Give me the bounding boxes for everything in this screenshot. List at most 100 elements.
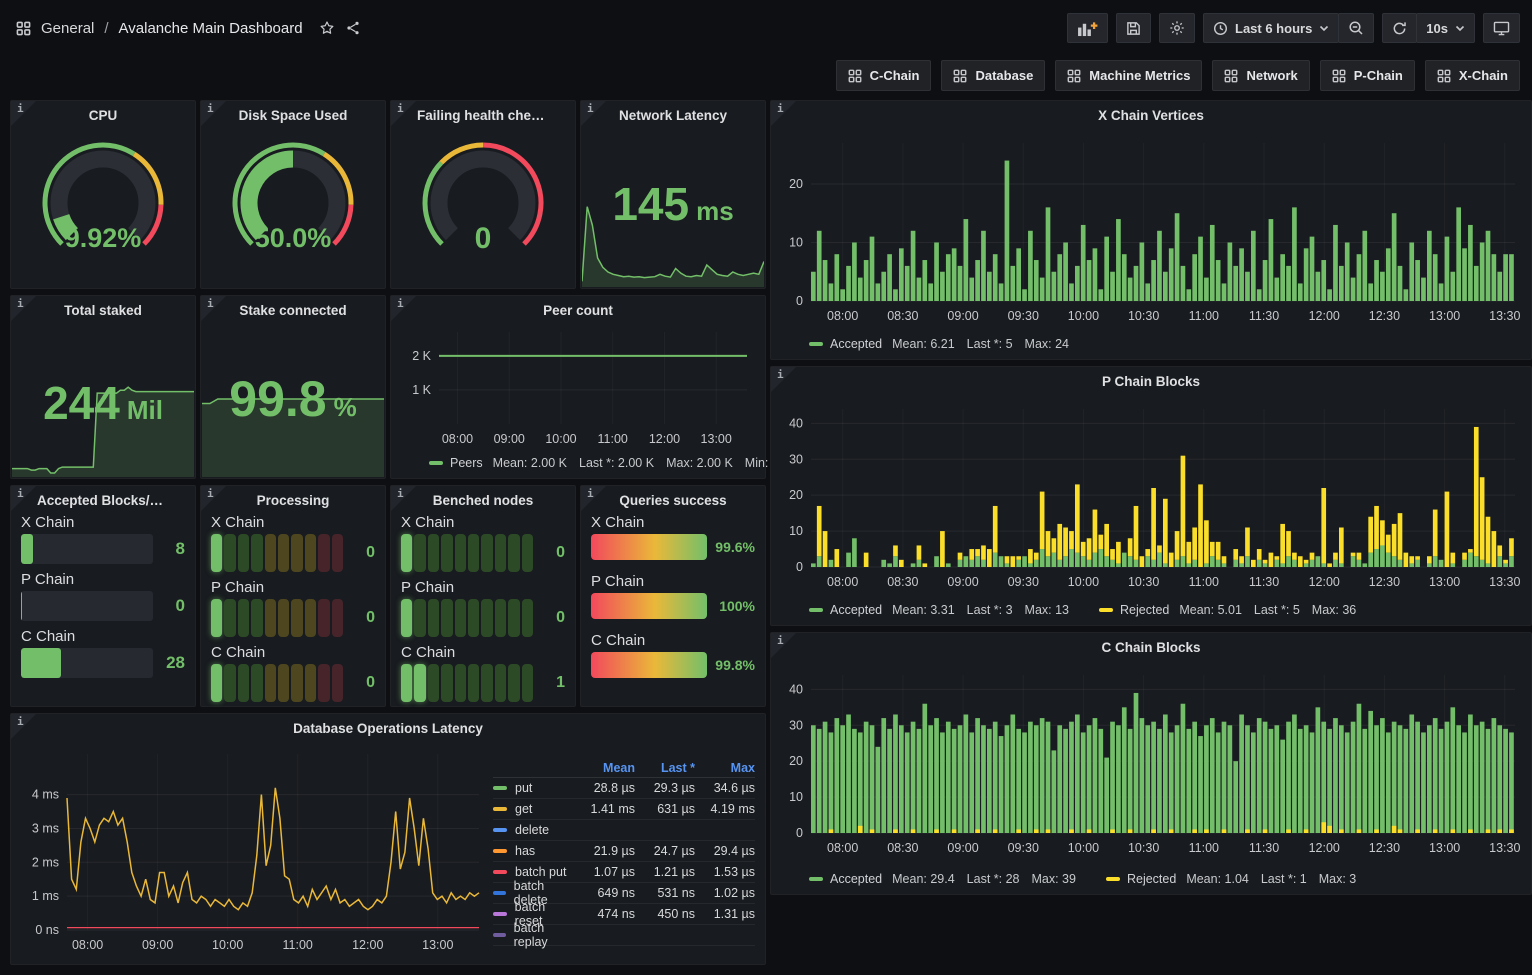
svg-text:13:30: 13:30 bbox=[1489, 841, 1520, 855]
series-toggle-put[interactable]: put bbox=[493, 781, 575, 795]
svg-text:08:30: 08:30 bbox=[887, 575, 918, 589]
dashboard-link-machine-metrics[interactable]: Machine Metrics bbox=[1055, 60, 1202, 91]
grid-icon bbox=[1332, 69, 1346, 83]
series-toggle-batch-put[interactable]: batch put bbox=[493, 865, 575, 879]
monitor-icon bbox=[1493, 21, 1510, 36]
svg-text:10:00: 10:00 bbox=[212, 938, 243, 952]
dashboard-title[interactable]: Avalanche Main Dashboard bbox=[119, 20, 303, 37]
panel-info-icon[interactable]: i bbox=[391, 101, 416, 126]
bar-gauge bbox=[21, 534, 153, 564]
svg-text:08:30: 08:30 bbox=[887, 309, 918, 323]
panel-info-icon[interactable]: i bbox=[11, 296, 36, 321]
dashboard-link-c-chain[interactable]: C-Chain bbox=[836, 60, 932, 91]
series-toggle-get[interactable]: get bbox=[493, 802, 575, 816]
svg-text:12:00: 12:00 bbox=[1309, 575, 1340, 589]
panel-network-latency: i Network Latency 145ms bbox=[580, 100, 766, 289]
panel-title[interactable]: Accepted Blocks/Ve... bbox=[37, 493, 169, 508]
series-toggle-batch-replay[interactable]: batch replay bbox=[493, 921, 575, 949]
db-latency-chart: 4 ms3 ms2 ms1 ms0 ns08:0009:0010:0011:00… bbox=[15, 722, 489, 965]
table-header[interactable]: Last * bbox=[635, 761, 695, 775]
legend-item-rejected[interactable]: RejectedMean: 5.01Last *: 5Max: 36 bbox=[1099, 603, 1368, 617]
apps-grid-icon[interactable] bbox=[16, 21, 31, 36]
legend-item-peers[interactable]: PeersMean: 2.00 KLast *: 2.00 KMax: 2.00… bbox=[429, 456, 801, 470]
panel-title[interactable]: Peer count bbox=[417, 303, 739, 318]
panel-info-icon[interactable]: i bbox=[391, 296, 416, 321]
accepted-blocks-rows: X Chain8P Chain0C Chain28 bbox=[21, 514, 185, 685]
table-header[interactable]: Mean bbox=[575, 761, 635, 775]
cpu-gauge-value: 9.92% bbox=[11, 223, 195, 254]
db-latency-legend-table: MeanLast *Max put28.8 µs29.3 µs34.6 µs get… bbox=[493, 758, 755, 946]
gradient-gauge bbox=[591, 652, 707, 678]
breadcrumb-folder[interactable]: General bbox=[41, 20, 94, 37]
time-range-label: Last 6 hours bbox=[1235, 21, 1312, 36]
svg-text:2 ms: 2 ms bbox=[32, 855, 59, 869]
panel-info-icon[interactable]: i bbox=[201, 296, 226, 321]
panel-title[interactable]: Queries success bbox=[607, 493, 739, 508]
save-dashboard-button[interactable] bbox=[1116, 13, 1151, 43]
panel-title[interactable]: P Chain Blocks bbox=[797, 374, 1505, 389]
bar-gauge-label: C Chain bbox=[591, 632, 755, 649]
time-range-picker[interactable]: Last 6 hours bbox=[1203, 13, 1339, 43]
zoom-out-time-button[interactable] bbox=[1338, 13, 1374, 43]
add-panel-button[interactable] bbox=[1067, 13, 1108, 43]
panel-info-icon[interactable]: i bbox=[11, 486, 36, 511]
table-header[interactable]: Max bbox=[695, 761, 755, 775]
panel-title[interactable]: Stake connected bbox=[227, 303, 359, 318]
star-icon[interactable] bbox=[319, 20, 335, 36]
panel-info-icon[interactable]: i bbox=[771, 367, 796, 392]
panel-title[interactable]: Database Operations Latency bbox=[37, 721, 739, 736]
panel-title[interactable]: Network Latency bbox=[607, 108, 739, 123]
panel-info-icon[interactable]: i bbox=[771, 633, 796, 658]
gear-icon bbox=[1169, 20, 1185, 36]
svg-text:08:00: 08:00 bbox=[827, 309, 858, 323]
legend-item-accepted[interactable]: AcceptedMean: 6.21Last *: 5Max: 24 bbox=[809, 337, 1081, 351]
svg-text:08:00: 08:00 bbox=[827, 841, 858, 855]
dashboard-link-database[interactable]: Database bbox=[941, 60, 1045, 91]
breadcrumb-separator: / bbox=[104, 20, 108, 37]
dashboard-link-network[interactable]: Network bbox=[1212, 60, 1309, 91]
svg-text:10: 10 bbox=[789, 790, 803, 804]
table-row: put28.8 µs29.3 µs34.6 µs bbox=[493, 778, 755, 799]
panel-title[interactable]: C Chain Blocks bbox=[797, 640, 1505, 655]
panel-title[interactable]: Total staked bbox=[37, 303, 169, 318]
panel-info-icon[interactable]: i bbox=[391, 486, 416, 511]
panel-processing: i Processing X Chain0P Chain0C Chain0 bbox=[200, 485, 386, 707]
svg-text:10:00: 10:00 bbox=[1068, 841, 1099, 855]
network-latency-value: 145ms bbox=[581, 177, 765, 231]
dashboard-settings-button[interactable] bbox=[1159, 13, 1195, 43]
panel-info-icon[interactable]: i bbox=[581, 486, 606, 511]
series-toggle-has[interactable]: has bbox=[493, 844, 575, 858]
panel-info-icon[interactable]: i bbox=[201, 486, 226, 511]
panel-title[interactable]: Benched nodes bbox=[417, 493, 549, 508]
legend-item-accepted[interactable]: AcceptedMean: 29.4Last *: 28Max: 39 bbox=[809, 872, 1088, 886]
kiosk-mode-button[interactable] bbox=[1483, 13, 1520, 43]
panel-info-icon[interactable]: i bbox=[201, 101, 226, 126]
peer-count-legend: PeersMean: 2.00 KLast *: 2.00 KMax: 2.00… bbox=[429, 456, 801, 470]
panel-title[interactable]: CPU bbox=[37, 108, 169, 123]
panel-title[interactable]: Processing bbox=[227, 493, 359, 508]
legend-item-rejected[interactable]: RejectedMean: 1.04Last *: 1Max: 3 bbox=[1106, 872, 1368, 886]
panel-title[interactable]: Failing health checks bbox=[417, 108, 549, 123]
panel-title[interactable]: X Chain Vertices bbox=[797, 108, 1505, 123]
svg-text:0: 0 bbox=[796, 560, 803, 574]
bar-gauge bbox=[21, 648, 153, 678]
refresh-icon bbox=[1392, 21, 1407, 36]
share-icon[interactable] bbox=[345, 20, 361, 36]
panel-title[interactable]: Disk Space Used bbox=[227, 108, 359, 123]
svg-text:12:00: 12:00 bbox=[1309, 309, 1340, 323]
legend-item-accepted[interactable]: AcceptedMean: 3.31Last *: 3Max: 13 bbox=[809, 603, 1081, 617]
refresh-interval-picker[interactable]: 10s bbox=[1416, 13, 1475, 43]
segmented-gauge bbox=[211, 534, 343, 572]
panel-peer-count: i Peer count 2 K1 K08:0009:0010:0011:001… bbox=[390, 295, 766, 479]
refresh-button[interactable] bbox=[1382, 13, 1417, 43]
disk-gauge-value: 50.0% bbox=[201, 223, 385, 254]
dashboard-link-p-chain[interactable]: P-Chain bbox=[1320, 60, 1415, 91]
panel-info-icon[interactable]: i bbox=[11, 101, 36, 126]
panel-disk-space: i Disk Space Used 50.0% bbox=[200, 100, 386, 289]
series-toggle-delete[interactable]: delete bbox=[493, 823, 575, 837]
panel-info-icon[interactable]: i bbox=[581, 101, 606, 126]
panel-info-icon[interactable]: i bbox=[771, 101, 796, 126]
svg-text:10:30: 10:30 bbox=[1128, 309, 1159, 323]
dashboard-link-x-chain[interactable]: X-Chain bbox=[1425, 60, 1520, 91]
top-bar: General / Avalanche Main Dashboard Last … bbox=[0, 0, 1532, 56]
